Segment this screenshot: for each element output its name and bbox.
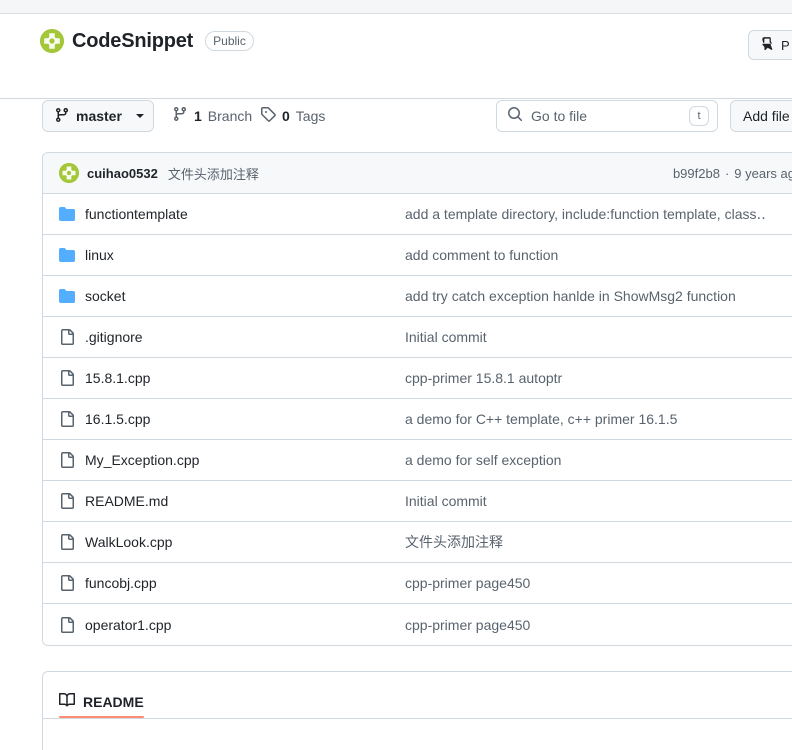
search-icon [507,106,523,127]
tab-readme[interactable]: README [59,672,144,718]
repository-page: CodeSnippet Public P master 1 Branch 0 T… [0,0,792,750]
table-row[interactable]: funcobj.cpp cpp-primer page450 [43,563,792,604]
table-row[interactable]: README.md Initial commit [43,481,792,522]
commit-author-link[interactable]: cuihao0532 [87,166,158,181]
file-icon [59,493,75,509]
branch-count-label: Branch [207,107,253,124]
file-name-link[interactable]: linux [85,247,405,263]
table-row[interactable]: 16.1.5.cpp a demo for C++ template, c++ … [43,399,792,440]
tag-count: 0 [282,107,290,124]
file-commit-message[interactable]: a demo for self exception [405,452,792,468]
branch-count: 1 [194,107,202,124]
file-name-link[interactable]: README.md [85,493,405,509]
branch-name-label: master [76,108,122,124]
folder-icon [59,288,75,304]
tag-count-label: Tags [295,107,326,124]
pin-button[interactable]: P [748,30,792,60]
file-name-link[interactable]: 16.1.5.cpp [85,411,405,427]
file-icon [59,575,75,591]
file-icon [59,616,75,633]
commit-meta: b99f2b8 · 9 years ag [673,153,792,194]
search-input-placeholder: Go to file [531,108,588,124]
commit-meta-separator: · [724,166,730,181]
file-commit-message[interactable]: 文件头添加注释 [405,532,792,552]
file-commit-message[interactable]: cpp-primer page450 [405,575,792,591]
repo-avatar-icon [40,29,64,53]
tab-readme-label: README [83,694,144,710]
file-icon [59,452,75,468]
table-row[interactable]: WalkLook.cpp 文件头添加注释 [43,522,792,563]
file-name-link[interactable]: funcobj.cpp [85,575,405,591]
branch-selector-button[interactable]: master [42,100,154,132]
readme-panel: README [42,671,792,750]
repo-toolbar: master 1 Branch 0 Tags Go to file t Add … [0,100,792,133]
file-name-link[interactable]: My_Exception.cpp [85,452,405,468]
folder-icon [59,247,75,263]
file-commit-message[interactable]: a demo for C++ template, c++ primer 16.1… [405,411,792,427]
file-icon [59,534,75,550]
file-icon [59,370,75,386]
file-name-link[interactable]: WalkLook.cpp [85,534,405,550]
branch-icon [54,107,70,126]
tags-link[interactable]: 0 Tags [260,106,325,125]
file-commit-message[interactable]: add try catch exception hanlde in ShowMs… [405,288,792,304]
active-tab-indicator [59,716,144,718]
add-file-button-label: Add file [743,108,790,124]
file-commit-message[interactable]: Initial commit [405,329,792,345]
file-table: cuihao0532 文件头添加注释 b99f2b8 · 9 years ag … [42,152,792,646]
readme-tabbar: README [43,672,792,719]
table-row[interactable]: .gitignore Initial commit [43,317,792,358]
search-input[interactable]: Go to file t [496,100,718,132]
add-file-button[interactable]: Add file [730,100,792,132]
file-icon [59,411,75,427]
file-name-link[interactable]: functiontemplate [85,206,405,222]
branches-link[interactable]: 1 Branch [172,106,252,125]
table-row[interactable]: 15.8.1.cpp cpp-primer 15.8.1 autoptr [43,358,792,399]
file-commit-message[interactable]: add comment to function [405,247,792,263]
browser-top-strip [0,0,792,14]
file-commit-message[interactable]: add a template directory, include:functi… [405,206,792,223]
page-title[interactable]: CodeSnippet [72,29,193,53]
file-name-link[interactable]: 15.8.1.cpp [85,370,405,386]
table-row[interactable]: linux add comment to function [43,235,792,276]
status-badge: Public [205,31,254,51]
chevron-down-icon [135,114,144,118]
commit-avatar-icon[interactable] [59,163,79,183]
file-name-link[interactable]: socket [85,288,405,304]
file-name-link[interactable]: .gitignore [85,329,405,345]
header-divider [0,98,792,99]
pin-icon [759,36,775,55]
folder-icon [59,206,75,222]
commit-timestamp: 9 years ag [734,166,792,181]
repo-header: CodeSnippet Public P [0,15,792,99]
file-commit-message[interactable]: cpp-primer 15.8.1 autoptr [405,370,792,386]
file-commit-message[interactable]: cpp-primer page450 [405,617,792,633]
file-name-link[interactable]: operator1.cpp [85,617,405,633]
file-commit-message[interactable]: Initial commit [405,493,792,509]
table-row[interactable]: operator1.cpp cpp-primer page450 [43,604,792,645]
book-icon [59,692,76,713]
table-row[interactable]: socket add try catch exception hanlde in… [43,276,792,317]
commit-sha-link[interactable]: b99f2b8 [673,166,720,181]
commit-message[interactable]: 文件头添加注释 [168,164,259,183]
repo-title-row: CodeSnippet Public [40,29,254,53]
table-row[interactable]: My_Exception.cpp a demo for self excepti… [43,440,792,481]
file-icon [59,329,75,345]
table-row[interactable]: functiontemplate add a template director… [43,194,792,235]
pin-button-label: P [781,37,790,53]
latest-commit-bar: cuihao0532 文件头添加注释 b99f2b8 · 9 years ag [43,153,792,194]
tag-icon [260,106,276,125]
search-shortcut-badge: t [689,106,709,126]
branch-icon [172,106,188,125]
